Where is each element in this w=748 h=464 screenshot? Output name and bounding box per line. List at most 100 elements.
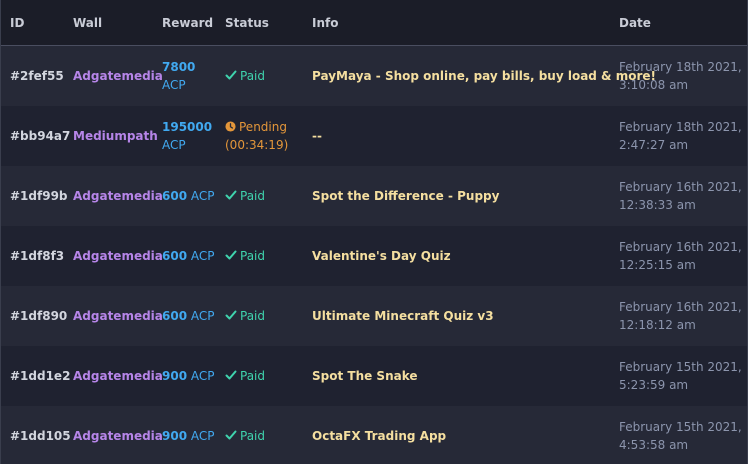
offerwall-name: Adgatemedia: [73, 429, 163, 443]
row-id: #1df890: [10, 309, 68, 323]
reward-unit: ACP: [190, 249, 215, 263]
table-row: #1dd105 Adgatemedia 900 ACP Paid OctaFX Trad…: [1, 406, 747, 464]
reward-amount: 900: [162, 369, 188, 383]
offer-info: Valentine's Day Quiz: [312, 249, 451, 263]
table-row: #1df8f3 Adgatemedia 600 ACP Paid Valentine's…: [1, 226, 747, 286]
column-header-id: ID: [10, 16, 25, 30]
reward-unit: ACP: [190, 369, 215, 383]
offer-info: Spot The Snake: [312, 369, 418, 383]
date-time: February 18th 2021, 3:10:08 am: [619, 58, 742, 94]
row-id: #1df99b: [10, 189, 68, 203]
check-icon: [225, 68, 237, 80]
offerwall-name: Adgatemedia: [73, 69, 163, 83]
status-paid: Paid: [225, 247, 265, 265]
reward-value: 195000 ACP: [162, 118, 212, 154]
date-time: February 15th 2021, 5:23:59 am: [619, 358, 742, 394]
status-label: Paid: [240, 369, 266, 383]
date-line: February 15th 2021,: [619, 360, 742, 374]
date-line: February 16th 2021,: [619, 180, 742, 194]
status-label: Paid: [240, 429, 266, 443]
check-icon: [225, 188, 237, 200]
row-id: #1df8f3: [10, 249, 65, 263]
reward-unit: ACP: [190, 429, 215, 443]
offerwall-name: Adgatemedia: [73, 369, 163, 383]
date-time: February 16th 2021, 12:38:33 am: [619, 178, 742, 214]
offer-info: Ultimate Minecraft Quiz v3: [312, 309, 494, 323]
reward-unit: ACP: [190, 309, 215, 323]
history-table: ID Wall Reward Status Info Date #2fef55 A…: [0, 0, 748, 464]
reward-value: 900 ACP: [162, 427, 215, 445]
reward-amount: 900: [162, 429, 188, 443]
date-line: February 18th 2021,: [619, 60, 742, 74]
time-line: 5:23:59 am: [619, 378, 689, 392]
reward-value: 600 ACP: [162, 247, 215, 265]
reward-value: 900 ACP: [162, 367, 215, 385]
column-header-date: Date: [619, 16, 651, 30]
check-icon: [225, 248, 237, 260]
reward-amount: 600: [162, 189, 188, 203]
check-icon: [225, 368, 237, 380]
offerwall-name: Adgatemedia: [73, 309, 163, 323]
check-icon: [225, 308, 237, 320]
status-paid: Paid: [225, 367, 265, 385]
table-header: ID Wall Reward Status Info Date: [1, 0, 747, 46]
time-line: 3:10:08 am: [619, 78, 689, 92]
date-line: February 16th 2021,: [619, 300, 742, 314]
table-row: #bb94a7 Mediumpath 195000 ACP Pending (00:34:…: [1, 106, 747, 166]
status-label: Paid: [240, 309, 266, 323]
status-label: Pending: [239, 120, 287, 134]
status-paid: Paid: [225, 67, 265, 85]
reward-value: 7800 ACP: [162, 58, 195, 94]
status-paid: Paid: [225, 427, 265, 445]
status-label: Paid: [240, 249, 266, 263]
offer-info: Spot the Difference - Puppy: [312, 189, 500, 203]
table-row: #2fef55 Adgatemedia 7800 ACP Paid PayMaya - S…: [1, 46, 747, 106]
date-time: February 15th 2021, 4:53:58 am: [619, 418, 742, 454]
reward-amount: 195000: [162, 120, 213, 134]
date-line: February 18th 2021,: [619, 120, 742, 134]
clock-icon: [225, 119, 236, 132]
table-row: #1df99b Adgatemedia 600 ACP Paid Spot the Di…: [1, 166, 747, 226]
reward-value: 600 ACP: [162, 307, 215, 325]
offer-info: --: [312, 129, 322, 143]
time-line: 12:25:15 am: [619, 258, 696, 272]
row-id: #1dd1e2: [10, 369, 71, 383]
check-icon: [225, 428, 237, 440]
date-time: February 18th 2021, 2:47:27 am: [619, 118, 742, 154]
table-row: #1df890 Adgatemedia 600 ACP Paid Ultimate Mi…: [1, 286, 747, 346]
reward-unit: ACP: [162, 138, 186, 152]
time-line: 12:38:33 am: [619, 198, 696, 212]
offerwall-name: Mediumpath: [73, 129, 158, 143]
row-id: #bb94a7: [10, 129, 71, 143]
date-time: February 16th 2021, 12:18:12 am: [619, 298, 742, 334]
offer-info: OctaFX Trading App: [312, 429, 447, 443]
column-header-status: Status: [225, 16, 269, 30]
status-pending: Pending (00:34:19): [225, 118, 288, 154]
status-label: Paid: [240, 189, 266, 203]
reward-unit: ACP: [190, 189, 215, 203]
reward-amount: 600: [162, 309, 188, 323]
reward-amount: 7800: [162, 60, 196, 74]
time-line: 4:53:58 am: [619, 438, 689, 452]
time-line: 12:18:12 am: [619, 318, 696, 332]
date-line: February 15th 2021,: [619, 420, 742, 434]
row-id: #1dd105: [10, 429, 71, 443]
status-paid: Paid: [225, 307, 265, 325]
reward-amount: 600: [162, 249, 188, 263]
row-id: #2fef55: [10, 69, 64, 83]
column-header-reward: Reward: [162, 16, 214, 30]
status-countdown: (00:34:19): [225, 138, 289, 152]
offerwall-name: Adgatemedia: [73, 189, 163, 203]
date-time: February 16th 2021, 12:25:15 am: [619, 238, 742, 274]
date-line: February 16th 2021,: [619, 240, 742, 254]
offerwall-name: Adgatemedia: [73, 249, 163, 263]
column-header-wall: Wall: [73, 16, 103, 30]
reward-unit: ACP: [162, 78, 186, 92]
offer-info: PayMaya - Shop online, pay bills, buy lo…: [312, 69, 656, 83]
status-label: Paid: [240, 69, 266, 83]
column-header-info: Info: [312, 16, 339, 30]
reward-value: 600 ACP: [162, 187, 215, 205]
time-line: 2:47:27 am: [619, 138, 689, 152]
table-row: #1dd1e2 Adgatemedia 900 ACP Paid Spot The Sn…: [1, 346, 747, 406]
status-paid: Paid: [225, 187, 265, 205]
